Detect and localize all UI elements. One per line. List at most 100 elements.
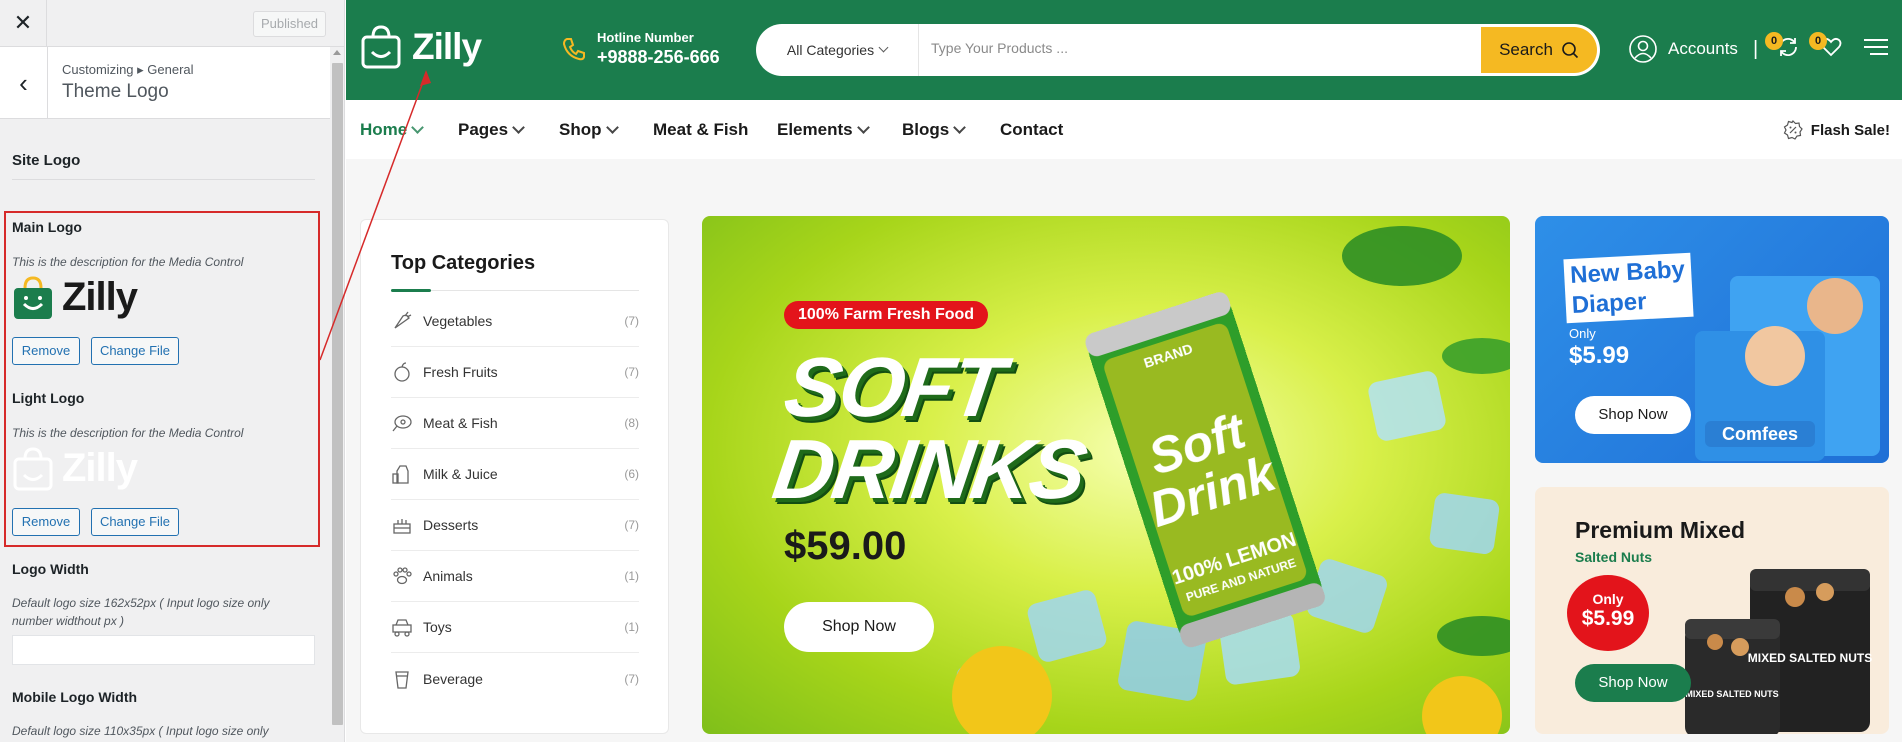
- category-item-beverage[interactable]: Beverage (7): [391, 653, 639, 704]
- light-logo-preview: Zilly: [12, 446, 138, 491]
- hero-badge: 100% Farm Fresh Food: [784, 301, 989, 329]
- category-item-vegetables[interactable]: Vegetables (7): [391, 296, 639, 347]
- category-item-animals[interactable]: Animals (1): [391, 551, 639, 602]
- main-navigation: Home Pages Shop Meat & Fish Elements Blo…: [346, 100, 1902, 159]
- store-logo[interactable]: Zilly: [360, 24, 482, 70]
- promo-diaper-only: Only: [1569, 326, 1596, 341]
- promo-nuts-subtitle: Salted Nuts: [1575, 549, 1653, 565]
- category-name: Meat & Fish: [423, 415, 498, 431]
- header-separator: |: [1753, 38, 1759, 60]
- shopping-bag-logo-icon: [14, 275, 52, 319]
- published-button[interactable]: Published: [253, 11, 326, 37]
- search-input[interactable]: Type Your Products ...: [931, 40, 1068, 56]
- light-logo-label: Light Logo: [12, 390, 85, 406]
- nav-label: Home: [360, 120, 408, 139]
- nav-item-home[interactable]: Home: [360, 120, 425, 140]
- paw-icon: [393, 567, 412, 585]
- hero-shop-now-button[interactable]: Shop Now: [784, 602, 934, 652]
- logo-width-description: Default logo size 162x52px ( Input logo …: [12, 596, 270, 628]
- close-icon[interactable]: ✕: [0, 0, 47, 46]
- hamburger-menu-icon[interactable]: [1862, 35, 1890, 59]
- category-item-desserts[interactable]: Desserts (7): [391, 500, 639, 551]
- toy-car-icon: [392, 619, 412, 637]
- category-name: Animals: [423, 568, 473, 584]
- store-preview: Zilly Hotline Number +9888-256-666 All C…: [346, 0, 1902, 742]
- hotline-number[interactable]: +9888-256-666: [597, 47, 720, 68]
- category-name: Beverage: [423, 670, 483, 687]
- store-header: Zilly Hotline Number +9888-256-666 All C…: [346, 0, 1902, 100]
- promo-diaper-title: New Baby Diaper: [1563, 252, 1694, 324]
- nav-item-contact[interactable]: Contact: [1000, 120, 1063, 140]
- flash-sale-link[interactable]: Flash Sale!: [1783, 120, 1890, 140]
- nav-label: Contact: [1000, 120, 1064, 139]
- search-button[interactable]: Search: [1481, 27, 1597, 73]
- light-logo-change-button[interactable]: Change File: [91, 508, 179, 536]
- mobile-logo-width-description: Default logo size 110x35px ( Input logo …: [12, 724, 269, 738]
- logo-width-input[interactable]: [12, 635, 315, 665]
- chevron-down-icon: [411, 121, 425, 134]
- category-select[interactable]: All Categories: [756, 24, 919, 76]
- promo-diaper-shop-now-button[interactable]: Shop Now: [1575, 396, 1691, 434]
- category-item-toys[interactable]: Toys (1): [391, 602, 639, 653]
- discount-badge-icon: [1783, 120, 1803, 140]
- shopping-bag-logo-icon: [13, 446, 53, 490]
- nav-item-elements[interactable]: Elements: [777, 120, 870, 140]
- light-logo-remove-button[interactable]: Remove: [12, 508, 80, 536]
- chevron-down-icon: [878, 42, 889, 53]
- category-count: (7): [624, 671, 639, 686]
- section-header: ‹ Customizing ▸ General Theme Logo: [0, 47, 344, 119]
- category-count: (7): [624, 314, 639, 328]
- category-count: (7): [624, 518, 639, 532]
- apple-icon: [394, 362, 410, 382]
- main-logo-preview: Zilly: [12, 275, 138, 320]
- category-item-meat-fish[interactable]: Meat & Fish (8): [391, 398, 639, 449]
- main-logo-text: Zilly: [62, 275, 138, 319]
- main-logo-change-button[interactable]: Change File: [91, 337, 179, 365]
- section-title: Theme Logo: [62, 81, 169, 102]
- promo-nuts-only: Only: [1592, 591, 1624, 607]
- nav-item-blogs[interactable]: Blogs: [902, 120, 967, 140]
- hero-banner: Soft Drink BRAND 100% LEMON PURE AND NAT…: [702, 216, 1510, 734]
- promo-nuts-shop-now-button[interactable]: Shop Now: [1575, 664, 1691, 702]
- hero-title-line2: DRINKS: [767, 422, 1091, 516]
- category-count: (7): [624, 365, 639, 379]
- chevron-down-icon: [605, 121, 619, 134]
- divider: [12, 179, 315, 180]
- promo-nuts-title: Premium Mixed: [1575, 517, 1745, 543]
- scroll-up-icon[interactable]: [333, 50, 341, 55]
- nav-item-shop[interactable]: Shop: [559, 120, 619, 140]
- accounts-link[interactable]: Accounts: [1628, 34, 1738, 64]
- category-item-fresh-fruits[interactable]: Fresh Fruits (7): [391, 347, 639, 398]
- category-name: Toys: [423, 619, 452, 635]
- chevron-down-icon: [512, 121, 525, 134]
- nav-label: Shop: [559, 120, 602, 139]
- hotline: Hotline Number +9888-256-666: [561, 30, 720, 68]
- category-count: (8): [624, 416, 639, 430]
- main-logo-description: This is the description for the Media Co…: [12, 255, 244, 269]
- nav-item-meat-fish[interactable]: Meat & Fish: [653, 120, 748, 140]
- nav-item-pages[interactable]: Pages: [458, 120, 525, 140]
- jar-label-large: MIXED SALTED NUTS: [1748, 651, 1872, 665]
- vegetable-icon: [394, 311, 412, 329]
- promo-diaper-title-line2: Diaper: [1571, 288, 1648, 319]
- panel-body: Site Logo Main Logo This is the descript…: [0, 119, 330, 742]
- logo-width-label: Logo Width: [12, 561, 89, 577]
- main-logo-remove-button[interactable]: Remove: [12, 337, 80, 365]
- customizer-panel: ✕ Published ‹ Customizing ▸ General Them…: [0, 0, 345, 742]
- cup-icon: [395, 670, 409, 689]
- chevron-down-icon: [856, 121, 870, 134]
- nav-label: Pages: [458, 120, 509, 139]
- search-button-label: Search: [1499, 40, 1553, 59]
- phone-icon: [562, 38, 585, 61]
- search-bar: All Categories Type Your Products ... Se…: [756, 24, 1600, 76]
- flash-sale-label: Flash Sale!: [1810, 121, 1890, 139]
- category-item-milk-juice[interactable]: Milk & Juice (6): [391, 449, 639, 500]
- back-arrow-icon[interactable]: ‹: [0, 47, 48, 119]
- customizer-topbar: ✕ Published: [0, 0, 344, 47]
- category-name: Milk & Juice: [423, 466, 498, 482]
- top-categories-card: Top Categories Vegetables (7) Fresh Frui…: [360, 219, 669, 734]
- scrollbar-thumb[interactable]: [332, 63, 343, 725]
- title-underline-accent: [391, 289, 431, 292]
- nav-label: Elements: [777, 120, 853, 139]
- meat-icon: [392, 415, 412, 432]
